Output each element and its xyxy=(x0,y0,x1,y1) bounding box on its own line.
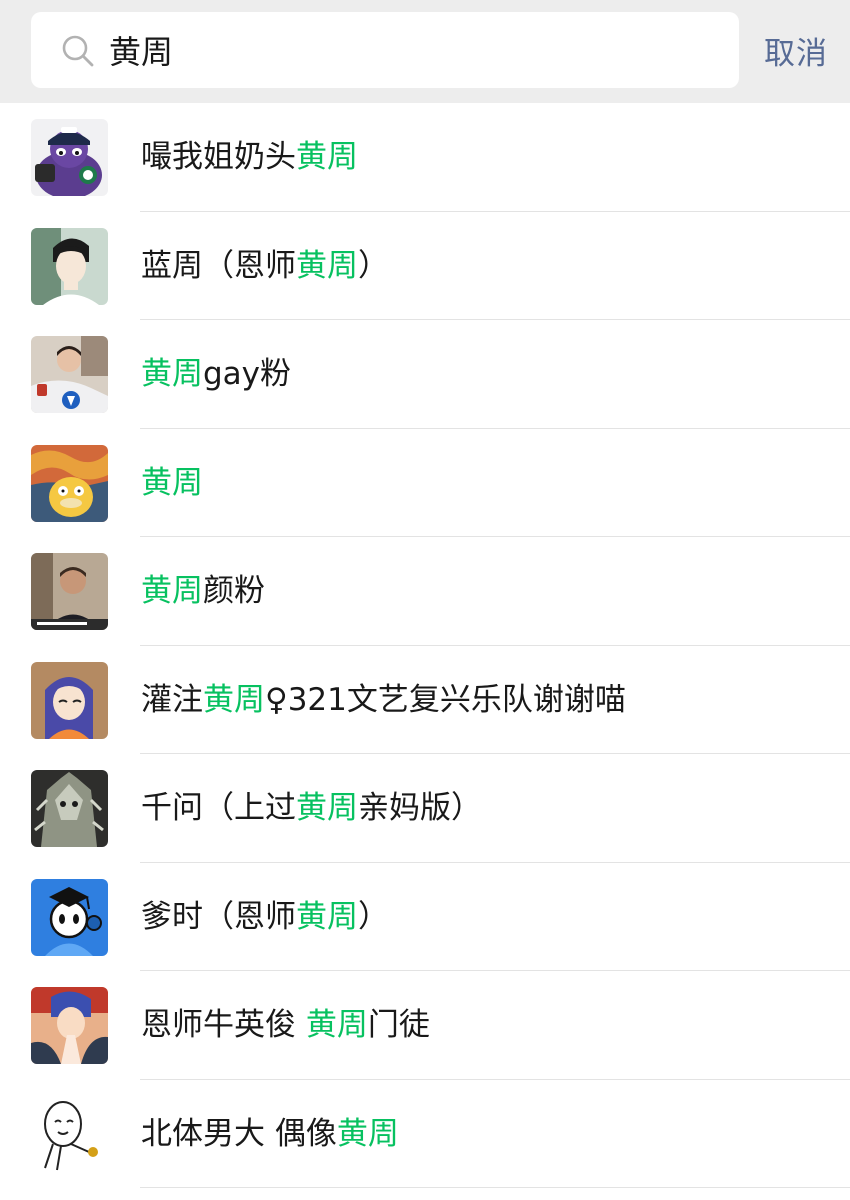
contact-result-row[interactable]: 爹时（恩师黄周） xyxy=(0,863,850,972)
contact-result-row[interactable]: 黄周 xyxy=(0,429,850,538)
contact-result-row[interactable]: 黄周颜粉 xyxy=(0,537,850,646)
contact-name: 蓝周（恩师黄周） xyxy=(141,247,389,284)
contact-result-row[interactable]: 黄周gay粉 xyxy=(0,320,850,429)
contact-result-row[interactable]: 嘬我姐奶头黄周 xyxy=(0,103,850,212)
contact-name: 北体男大 偶像黄周 xyxy=(141,1115,399,1152)
contact-result-row[interactable]: 恩师牛英俊 黄周门徒 xyxy=(0,971,850,1080)
psyduck-scream-avatar xyxy=(31,444,108,522)
search-icon xyxy=(61,34,95,68)
contact-name: 恩师牛英俊 黄周门徒 xyxy=(141,1007,430,1043)
contact-name: 千问（上过黄周亲妈版） xyxy=(141,790,482,826)
contact-name: 黄周颜粉 xyxy=(141,573,265,609)
contact-name: 嘬我姐奶头黄周 xyxy=(141,139,358,175)
contact-result-row[interactable]: 北体男大 偶像黄周 xyxy=(0,1080,850,1189)
purple-character-avatar xyxy=(31,119,108,196)
cartoon-graduate-avatar xyxy=(31,878,108,956)
contact-name: 黄周 xyxy=(141,464,203,501)
doodle-face-avatar xyxy=(31,1095,108,1173)
cancel-button[interactable]: 取消 xyxy=(764,28,828,73)
anime-boy-avatar xyxy=(31,227,108,305)
contact-result-row[interactable]: 灌注黄周♀321文艺复兴乐队谢谢喵 xyxy=(0,646,850,755)
search-results-list: 嘬我姐奶头黄周 蓝周（恩师黄周） 黄周gay粉 黄周 黄周颜粉 灌注黄周♀321… xyxy=(0,103,850,1188)
person-photo-avatar xyxy=(31,336,108,413)
armored-figure-avatar xyxy=(31,770,108,847)
man-photo-avatar xyxy=(31,553,108,630)
contact-name: 黄周gay粉 xyxy=(141,356,292,392)
search-header: 取消 xyxy=(0,0,850,103)
contact-name: 灌注黄周♀321文艺复兴乐队谢谢喵 xyxy=(141,681,626,718)
search-box[interactable] xyxy=(31,12,739,88)
contact-result-row[interactable]: 蓝周（恩师黄周） xyxy=(0,212,850,321)
anime-girl-avatar xyxy=(31,661,108,739)
search-input[interactable] xyxy=(109,24,709,76)
anime-praying-avatar xyxy=(31,987,108,1064)
contact-name: 爹时（恩师黄周） xyxy=(141,898,389,935)
contact-result-row[interactable]: 千问（上过黄周亲妈版） xyxy=(0,754,850,863)
